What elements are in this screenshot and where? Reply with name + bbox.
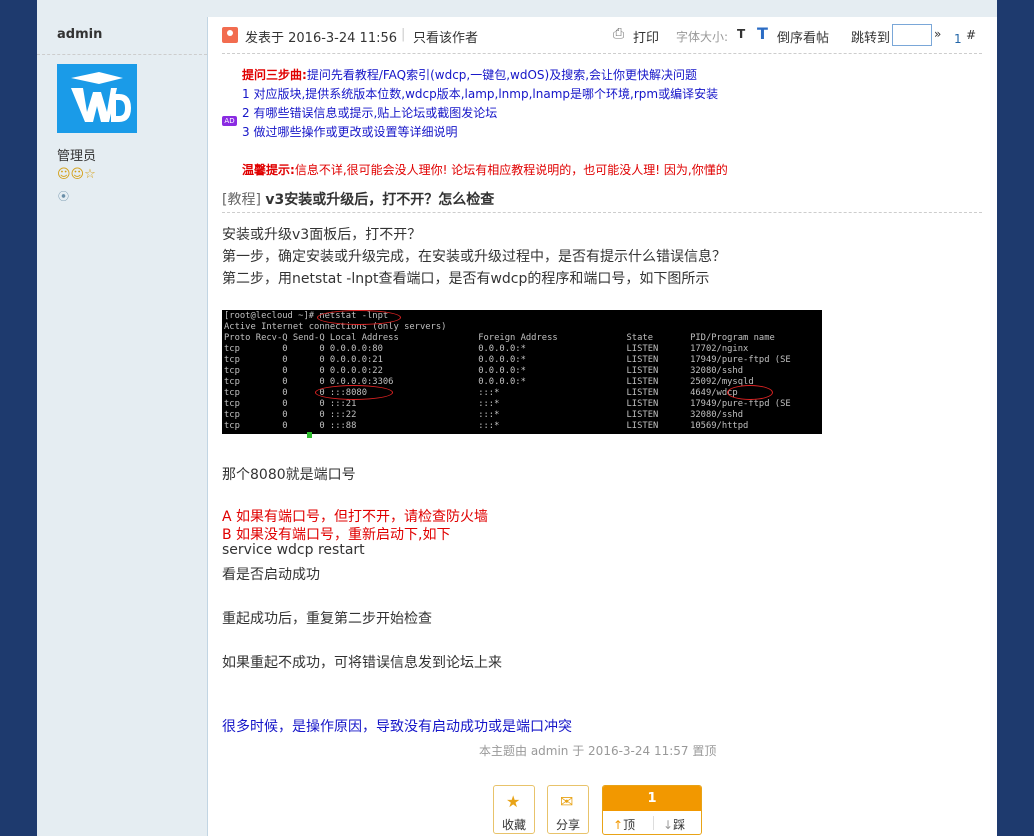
- vote-box: 1 ↑顶 ↓踩: [602, 785, 702, 835]
- upvote-button[interactable]: ↑顶: [613, 816, 635, 833]
- sidebar-divider: [37, 54, 207, 55]
- downvote-button[interactable]: ↓踩: [663, 816, 685, 833]
- font-size-label: 字体大小:: [676, 30, 729, 44]
- terminal-line: Proto Recv-Q Send-Q Local Address Foreig…: [224, 333, 775, 343]
- terminal-line: Active Internet connections (only server…: [224, 322, 447, 332]
- jump-go-button[interactable]: »: [934, 27, 941, 41]
- warm-notice-text: 信息不详,很可能会没人理你! 论坛有相应教程说明的，也可能没人理! 因为,你懂的: [294, 163, 728, 177]
- netstat-screenshot: [root@lecloud ~]# netstat -lnpt Active I…: [222, 310, 822, 434]
- thread-title: [教程] v3安装或升级后，打不开？怎么检查: [222, 189, 494, 209]
- notice-line-2[interactable]: 2 有哪些错误信息或提示,贴上论坛或截图发论坛: [242, 104, 497, 121]
- print-link[interactable]: 打印: [633, 27, 659, 46]
- warm-notice: 温馨提示:信息不详,很可能会没人理你! 论坛有相应教程说明的，也可能没人理! 因…: [242, 161, 728, 178]
- content-line-10: 如果重起不成功，可将错误信息发到论坛上来: [222, 655, 502, 671]
- avatar[interactable]: [57, 64, 137, 133]
- down-arrow-icon: ↓: [663, 818, 674, 832]
- jump-floor-input[interactable]: [892, 24, 932, 46]
- terminal-line: [root@lecloud ~]# netstat -lnpt: [224, 311, 389, 321]
- favorite-label: 收藏: [501, 818, 526, 832]
- content-line-9: 重起成功后，重复第二步开始检查: [222, 611, 432, 627]
- thread-type-link[interactable]: [教程]: [222, 192, 261, 208]
- upvote-label: 顶: [623, 818, 636, 832]
- favorite-button[interactable]: ★ 收藏: [493, 785, 535, 834]
- page-wrapper: admin 管理员 ☺☺☆ ⦿ 发表于 2016-3-24 11:56 | 只看…: [37, 0, 997, 836]
- header-divider: [222, 53, 982, 54]
- post-time: 发表于 2016-3-24 11:56: [245, 31, 398, 46]
- notice-headline: 提问三步曲:提问先看教程/FAQ索引(wdcp,一键包,wdOS)及搜索,会让你…: [242, 66, 697, 83]
- post-content: 发表于 2016-3-24 11:56 | 只看该作者 ⎙ 打印 字体大小: T…: [207, 17, 997, 836]
- share-button[interactable]: ✉ 分享: [547, 785, 589, 834]
- highlight-ellipse: [727, 385, 773, 400]
- author-name-link[interactable]: admin: [57, 27, 102, 42]
- content-line-3: 第二步，用netstat -lnpt查看端口，是否有wdcp的程序和端口号，如下…: [222, 271, 710, 287]
- share-icon: ✉: [560, 792, 574, 811]
- printer-icon[interactable]: ⎙: [613, 26, 624, 42]
- font-size-large-button[interactable]: T: [757, 24, 768, 43]
- terminal-line: tcp 0 0 0.0.0.0:3306 0.0.0.0:* LISTEN 25…: [224, 377, 754, 387]
- share-label: 分享: [555, 818, 580, 832]
- online-status-icon: ⦿: [58, 190, 69, 203]
- edit-note: 本主题由 admin 于 2016-3-24 11:57 置顶: [479, 744, 717, 758]
- content-line-7: service wdcp restart: [222, 542, 365, 558]
- up-arrow-icon: ↑: [613, 818, 624, 832]
- floor-hash: #: [966, 28, 977, 42]
- vote-count: 1: [603, 786, 701, 811]
- notice-line-3[interactable]: 3 做过哪些操作或更改或设置等详细说明: [242, 123, 457, 140]
- title-divider: [222, 212, 982, 213]
- vote-divider: [653, 816, 654, 830]
- only-author-link[interactable]: 只看该作者: [413, 27, 478, 46]
- content-line-5: A 如果有端口号，但打不开，请检查防火墙: [222, 509, 489, 525]
- notice-title: 提问三步曲:: [242, 68, 307, 82]
- terminal-line: tcp 0 0 0.0.0.0:21 0.0.0.0:* LISTEN 1794…: [224, 355, 791, 365]
- notice-faq-link[interactable]: 提问先看教程/FAQ索引(wdcp,一键包,wdOS)及搜索,会让你更快解决问题: [307, 68, 697, 82]
- floor-number[interactable]: 1: [954, 32, 962, 46]
- author-avatar-small-icon: [222, 27, 238, 43]
- highlight-ellipse: [317, 310, 401, 325]
- jump-to-label: 跳转到: [851, 31, 891, 46]
- terminal-line: tcp 0 0 :::21 :::* LISTEN 17949/pure-ftp…: [224, 399, 791, 409]
- reverse-order-link[interactable]: 倒序看帖: [777, 27, 829, 46]
- content-line-11: 很多时候，是操作原因，导致没有启动成功或是端口冲突: [222, 719, 572, 735]
- terminal-line: tcp 0 0 :::88 :::* LISTEN 10569/httpd: [224, 421, 749, 431]
- ad-badge-icon: AD: [222, 116, 237, 126]
- downvote-label: 踩: [673, 818, 686, 832]
- wd-logo-icon: [57, 64, 137, 133]
- content-line-6: B 如果没有端口号，重新启动下,如下: [222, 527, 451, 543]
- content-line-4: 那个8080就是端口号: [222, 467, 356, 483]
- author-sidebar: admin 管理员 ☺☺☆ ⦿: [37, 17, 208, 836]
- user-role: 管理员: [57, 149, 97, 164]
- thread-subject: v3安装或升级后，打不开？怎么检查: [265, 192, 495, 208]
- terminal-cursor: [307, 432, 312, 438]
- rank-stars-icon: ☺☺☆: [57, 167, 96, 182]
- top-bar: [37, 0, 997, 17]
- content-line-1: 安装或升级v3面板后，打不开？: [222, 227, 422, 243]
- notice-line-1[interactable]: 1 对应版块,提供系统版本位数,wdcp版本,lamp,lnmp,lnamp是哪…: [242, 85, 718, 102]
- content-line-2: 第一步，确定安装或升级完成，在安装或升级过程中，是否有提示什么错误信息？: [222, 249, 726, 265]
- terminal-line: tcp 0 0 :::22 :::* LISTEN 32080/sshd: [224, 410, 744, 420]
- warm-notice-title: 温馨提示:: [242, 163, 295, 177]
- highlight-ellipse: [315, 385, 393, 400]
- content-line-8: 看是否启动成功: [222, 567, 320, 583]
- font-size-small-button[interactable]: T: [737, 27, 745, 41]
- header-pipe: |: [401, 27, 406, 42]
- terminal-line: tcp 0 0 0.0.0.0:80 0.0.0.0:* LISTEN 1770…: [224, 344, 749, 354]
- star-icon: ★: [506, 792, 521, 811]
- terminal-line: tcp 0 0 0.0.0.0:22 0.0.0.0:* LISTEN 3208…: [224, 366, 744, 376]
